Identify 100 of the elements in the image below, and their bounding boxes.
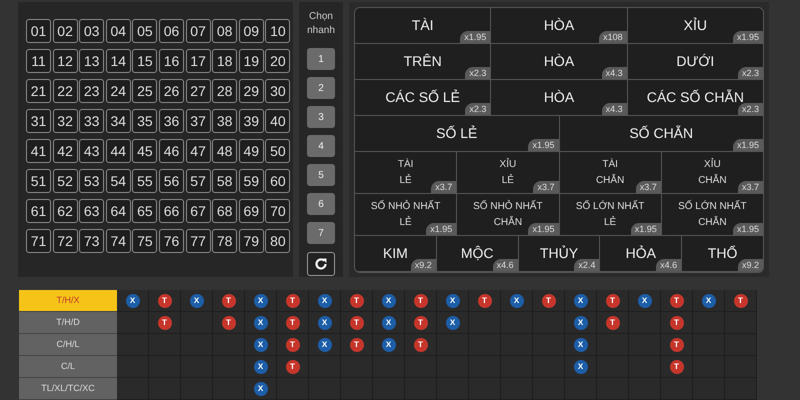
number-button[interactable]: 40 bbox=[265, 109, 290, 133]
quick-pick-button[interactable]: 5 bbox=[307, 164, 335, 186]
history-tab[interactable]: C/H/L bbox=[19, 334, 117, 356]
bet-option[interactable]: XỈU CHẴN x3.7 bbox=[660, 152, 763, 194]
refresh-button[interactable] bbox=[307, 252, 335, 276]
bet-option[interactable]: SỐ LỚN NHẤT LẺ x1.95 bbox=[558, 194, 661, 236]
bet-option[interactable]: SỐ NHỎ NHẤT LẺ x1.95 bbox=[355, 194, 456, 236]
number-button[interactable]: 31 bbox=[26, 109, 51, 133]
bet-option[interactable]: SỐ LẺ x1.95 bbox=[355, 116, 558, 152]
bet-option[interactable]: THỦY x2.4 bbox=[518, 236, 600, 272]
number-button[interactable]: 29 bbox=[238, 79, 264, 103]
number-button[interactable]: 38 bbox=[212, 109, 238, 133]
number-button[interactable]: 19 bbox=[238, 49, 264, 73]
number-button[interactable]: 46 bbox=[159, 139, 184, 163]
number-button[interactable]: 63 bbox=[79, 199, 104, 223]
number-button[interactable]: 35 bbox=[132, 109, 158, 133]
number-button[interactable]: 78 bbox=[212, 229, 238, 253]
number-button[interactable]: 39 bbox=[238, 109, 264, 133]
number-button[interactable]: 43 bbox=[79, 139, 104, 163]
bet-option[interactable]: TRÊN x2.3 bbox=[355, 44, 490, 80]
bet-option[interactable]: SỐ CHẴN x1.95 bbox=[558, 116, 763, 152]
number-button[interactable]: 11 bbox=[26, 49, 51, 73]
number-button[interactable]: 77 bbox=[186, 229, 211, 253]
bet-option[interactable]: HỎA x4.6 bbox=[599, 236, 682, 272]
bet-option[interactable]: HÒA x108 bbox=[490, 8, 627, 44]
number-button[interactable]: 67 bbox=[186, 199, 211, 223]
number-button[interactable]: 30 bbox=[265, 79, 290, 103]
number-button[interactable]: 25 bbox=[132, 79, 158, 103]
number-button[interactable]: 37 bbox=[186, 109, 211, 133]
number-button[interactable]: 16 bbox=[159, 49, 184, 73]
number-button[interactable]: 01 bbox=[26, 19, 51, 43]
number-button[interactable]: 62 bbox=[52, 199, 78, 223]
number-button[interactable]: 17 bbox=[186, 49, 211, 73]
number-button[interactable]: 41 bbox=[26, 139, 51, 163]
number-button[interactable]: 13 bbox=[79, 49, 104, 73]
bet-option[interactable]: SỐ NHỎ NHẤT CHẴN x1.95 bbox=[456, 194, 558, 236]
number-button[interactable]: 23 bbox=[79, 79, 104, 103]
number-button[interactable]: 76 bbox=[159, 229, 184, 253]
bet-option[interactable]: SỐ LỚN NHẤT CHẴN x1.95 bbox=[660, 194, 763, 236]
number-button[interactable]: 12 bbox=[52, 49, 78, 73]
quick-pick-button[interactable]: 4 bbox=[307, 135, 335, 157]
number-button[interactable]: 65 bbox=[132, 199, 158, 223]
number-button[interactable]: 68 bbox=[212, 199, 238, 223]
bet-option[interactable]: KIM x9.2 bbox=[355, 236, 436, 272]
bet-option[interactable]: CÁC SỐ LẺ x2.3 bbox=[355, 80, 490, 116]
number-button[interactable]: 32 bbox=[52, 109, 78, 133]
number-button[interactable]: 20 bbox=[265, 49, 290, 73]
number-button[interactable]: 27 bbox=[186, 79, 211, 103]
history-tab[interactable]: TL/XL/TC/XC bbox=[19, 378, 117, 400]
number-button[interactable]: 04 bbox=[106, 19, 131, 43]
number-button[interactable]: 07 bbox=[186, 19, 211, 43]
number-button[interactable]: 28 bbox=[212, 79, 238, 103]
number-button[interactable]: 74 bbox=[106, 229, 131, 253]
bet-option[interactable]: DƯỚI x2.3 bbox=[626, 44, 763, 80]
number-button[interactable]: 53 bbox=[79, 169, 104, 193]
number-button[interactable]: 71 bbox=[26, 229, 51, 253]
number-button[interactable]: 73 bbox=[79, 229, 104, 253]
number-button[interactable]: 05 bbox=[132, 19, 158, 43]
number-button[interactable]: 15 bbox=[132, 49, 158, 73]
number-button[interactable]: 21 bbox=[26, 79, 51, 103]
number-button[interactable]: 64 bbox=[106, 199, 131, 223]
number-button[interactable]: 08 bbox=[212, 19, 238, 43]
quick-pick-button[interactable]: 2 bbox=[307, 77, 335, 99]
quick-pick-button[interactable]: 3 bbox=[307, 106, 335, 128]
quick-pick-button[interactable]: 1 bbox=[307, 48, 335, 70]
number-button[interactable]: 18 bbox=[212, 49, 238, 73]
bet-option[interactable]: XỈU LẺ x3.7 bbox=[456, 152, 558, 194]
number-button[interactable]: 06 bbox=[159, 19, 184, 43]
number-button[interactable]: 60 bbox=[265, 169, 290, 193]
number-button[interactable]: 44 bbox=[106, 139, 131, 163]
number-button[interactable]: 10 bbox=[265, 19, 290, 43]
bet-option[interactable]: XỈU x1.95 bbox=[626, 8, 763, 44]
number-button[interactable]: 70 bbox=[265, 199, 290, 223]
number-button[interactable]: 09 bbox=[238, 19, 264, 43]
number-button[interactable]: 79 bbox=[238, 229, 264, 253]
quick-pick-button[interactable]: 6 bbox=[307, 193, 335, 215]
number-button[interactable]: 57 bbox=[186, 169, 211, 193]
number-button[interactable]: 48 bbox=[212, 139, 238, 163]
number-button[interactable]: 03 bbox=[79, 19, 104, 43]
number-button[interactable]: 33 bbox=[79, 109, 104, 133]
number-button[interactable]: 02 bbox=[52, 19, 78, 43]
number-button[interactable]: 54 bbox=[106, 169, 131, 193]
bet-option[interactable]: THỔ x9.2 bbox=[681, 236, 763, 272]
number-button[interactable]: 49 bbox=[238, 139, 264, 163]
number-button[interactable]: 47 bbox=[186, 139, 211, 163]
number-button[interactable]: 26 bbox=[159, 79, 184, 103]
number-button[interactable]: 50 bbox=[265, 139, 290, 163]
bet-option[interactable]: TÀI CHẴN x3.7 bbox=[558, 152, 661, 194]
history-tab[interactable]: T/H/D bbox=[19, 312, 117, 334]
number-button[interactable]: 59 bbox=[238, 169, 264, 193]
number-button[interactable]: 45 bbox=[132, 139, 158, 163]
number-button[interactable]: 72 bbox=[52, 229, 78, 253]
number-button[interactable]: 61 bbox=[26, 199, 51, 223]
bet-option[interactable]: HÒA x4.3 bbox=[490, 44, 627, 80]
bet-option[interactable]: MỘC x4.6 bbox=[436, 236, 518, 272]
number-button[interactable]: 69 bbox=[238, 199, 264, 223]
bet-option[interactable]: HÒA x4.3 bbox=[490, 80, 627, 116]
quick-pick-button[interactable]: 7 bbox=[307, 222, 335, 244]
bet-option[interactable]: CÁC SỐ CHẴN x2.3 bbox=[626, 80, 763, 116]
history-tab[interactable]: C/L bbox=[19, 356, 117, 378]
